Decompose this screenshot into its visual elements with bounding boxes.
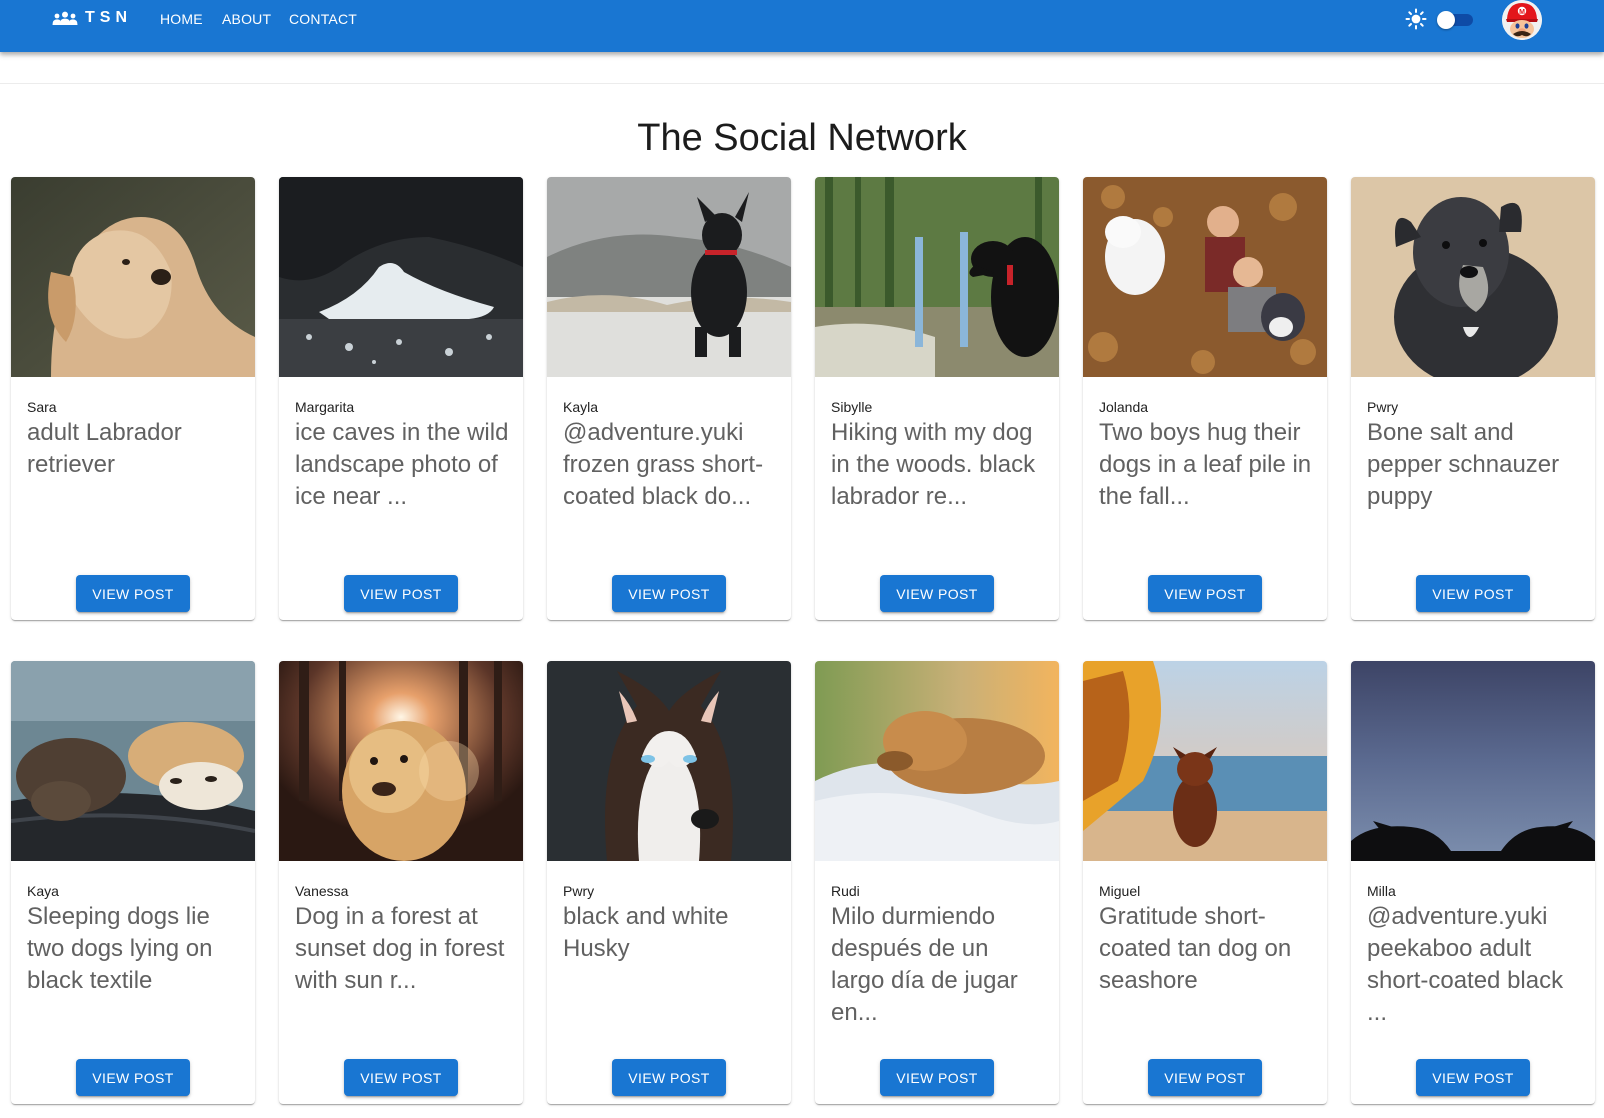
post-author: Milla (1367, 883, 1396, 899)
post-description: Gratitude short-coated tan dog on seasho… (1099, 903, 1292, 994)
view-post-button[interactable]: VIEW POST (612, 575, 726, 612)
post-author: Pwry (563, 883, 595, 899)
groups-icon (52, 11, 78, 25)
post-description: Milo durmiendo después de un largo día d… (831, 903, 1018, 1026)
post-description: @adventure.yuki frozen grass short-coate… (563, 419, 764, 510)
user-avatar[interactable]: M (1502, 0, 1542, 40)
post-description: adult Labrador retriever (27, 419, 182, 478)
view-post-button[interactable]: VIEW POST (880, 575, 994, 612)
view-post-button[interactable]: VIEW POST (1148, 575, 1262, 612)
post-image (279, 661, 523, 861)
post-author: Kaya (27, 883, 59, 899)
view-post-button[interactable]: VIEW POST (880, 1059, 994, 1096)
post-card: Miguel Gratitude short-coated tan dog on… (1083, 661, 1327, 1104)
post-card: Pwry Bone salt and pepper schnauzer pupp… (1351, 177, 1595, 620)
sun-icon (1405, 8, 1427, 30)
post-card: Kaya Sleeping dogs lie two dogs lying on… (11, 661, 255, 1104)
post-image (1351, 661, 1595, 861)
view-post-button[interactable]: VIEW POST (1148, 1059, 1262, 1096)
nav-contact-link[interactable]: CONTACT (289, 10, 357, 28)
post-image (815, 661, 1059, 861)
post-description: ice caves in the wild landscape photo of… (295, 419, 509, 510)
post-card: Jolanda Two boys hug their dogs in a lea… (1083, 177, 1327, 620)
page-title: The Social Network (637, 117, 967, 159)
post-card: Milla @adventure.yuki peekaboo adult sho… (1351, 661, 1595, 1104)
post-image (11, 177, 255, 377)
view-post-button[interactable]: VIEW POST (1416, 1059, 1530, 1096)
post-image (1351, 177, 1595, 377)
post-description: Hiking with my dog in the woods. black l… (831, 419, 1036, 510)
post-author: Margarita (295, 399, 355, 415)
post-description: Two boys hug their dogs in a leaf pile i… (1099, 419, 1312, 510)
mario-avatar-icon: M (1502, 0, 1542, 40)
post-description: Sleeping dogs lie two dogs lying on blac… (27, 903, 213, 994)
toolbar-divider (0, 83, 1604, 84)
post-image (279, 177, 523, 377)
logo-text: TSN (85, 9, 132, 26)
switch-thumb (1437, 11, 1455, 29)
view-post-button[interactable]: VIEW POST (76, 575, 190, 612)
post-card: Kayla @adventure.yuki frozen grass short… (547, 177, 791, 620)
post-author: Jolanda (1099, 399, 1149, 415)
app-bar: TSN HOME ABOUT CONTACT M (0, 0, 1604, 52)
post-card: Vanessa Dog in a forest at sunset dog in… (279, 661, 523, 1104)
post-image (815, 177, 1059, 377)
view-post-button[interactable]: VIEW POST (76, 1059, 190, 1096)
post-card: Sara adult Labrador retriever VIEW POST (11, 177, 255, 620)
post-author: Pwry (1367, 399, 1399, 415)
nav-about-link[interactable]: ABOUT (222, 10, 271, 28)
post-author: Rudi (831, 883, 860, 899)
nav-home-link[interactable]: HOME (160, 10, 203, 28)
post-author: Sibylle (831, 399, 873, 415)
logo[interactable]: TSN (52, 6, 132, 30)
svg-text:M: M (1519, 9, 1525, 16)
post-card: Margarita ice caves in the wild landscap… (279, 177, 523, 620)
theme-toggle-switch[interactable] (1437, 11, 1477, 29)
post-image (547, 661, 791, 861)
view-post-button[interactable]: VIEW POST (1416, 575, 1530, 612)
post-description: @adventure.yuki peekaboo adult short-coa… (1367, 903, 1564, 1026)
post-card: Pwry black and white Husky VIEW POST (547, 661, 791, 1104)
view-post-button[interactable]: VIEW POST (344, 1059, 458, 1096)
post-author: Miguel (1099, 883, 1141, 899)
post-image (11, 661, 255, 861)
view-post-button[interactable]: VIEW POST (612, 1059, 726, 1096)
post-description: Dog in a forest at sunset dog in forest … (295, 903, 505, 994)
post-image (547, 177, 791, 377)
post-description: Bone salt and pepper schnauzer puppy (1367, 419, 1560, 510)
post-card: Rudi Milo durmiendo después de un largo … (815, 661, 1059, 1104)
post-author: Vanessa (295, 883, 349, 899)
post-card: Sibylle Hiking with my dog in the woods.… (815, 177, 1059, 620)
post-image (1083, 177, 1327, 377)
view-post-button[interactable]: VIEW POST (344, 575, 458, 612)
post-description: black and white Husky (563, 903, 729, 962)
post-author: Sara (27, 399, 57, 415)
post-image (1083, 661, 1327, 861)
post-author: Kayla (563, 399, 599, 415)
